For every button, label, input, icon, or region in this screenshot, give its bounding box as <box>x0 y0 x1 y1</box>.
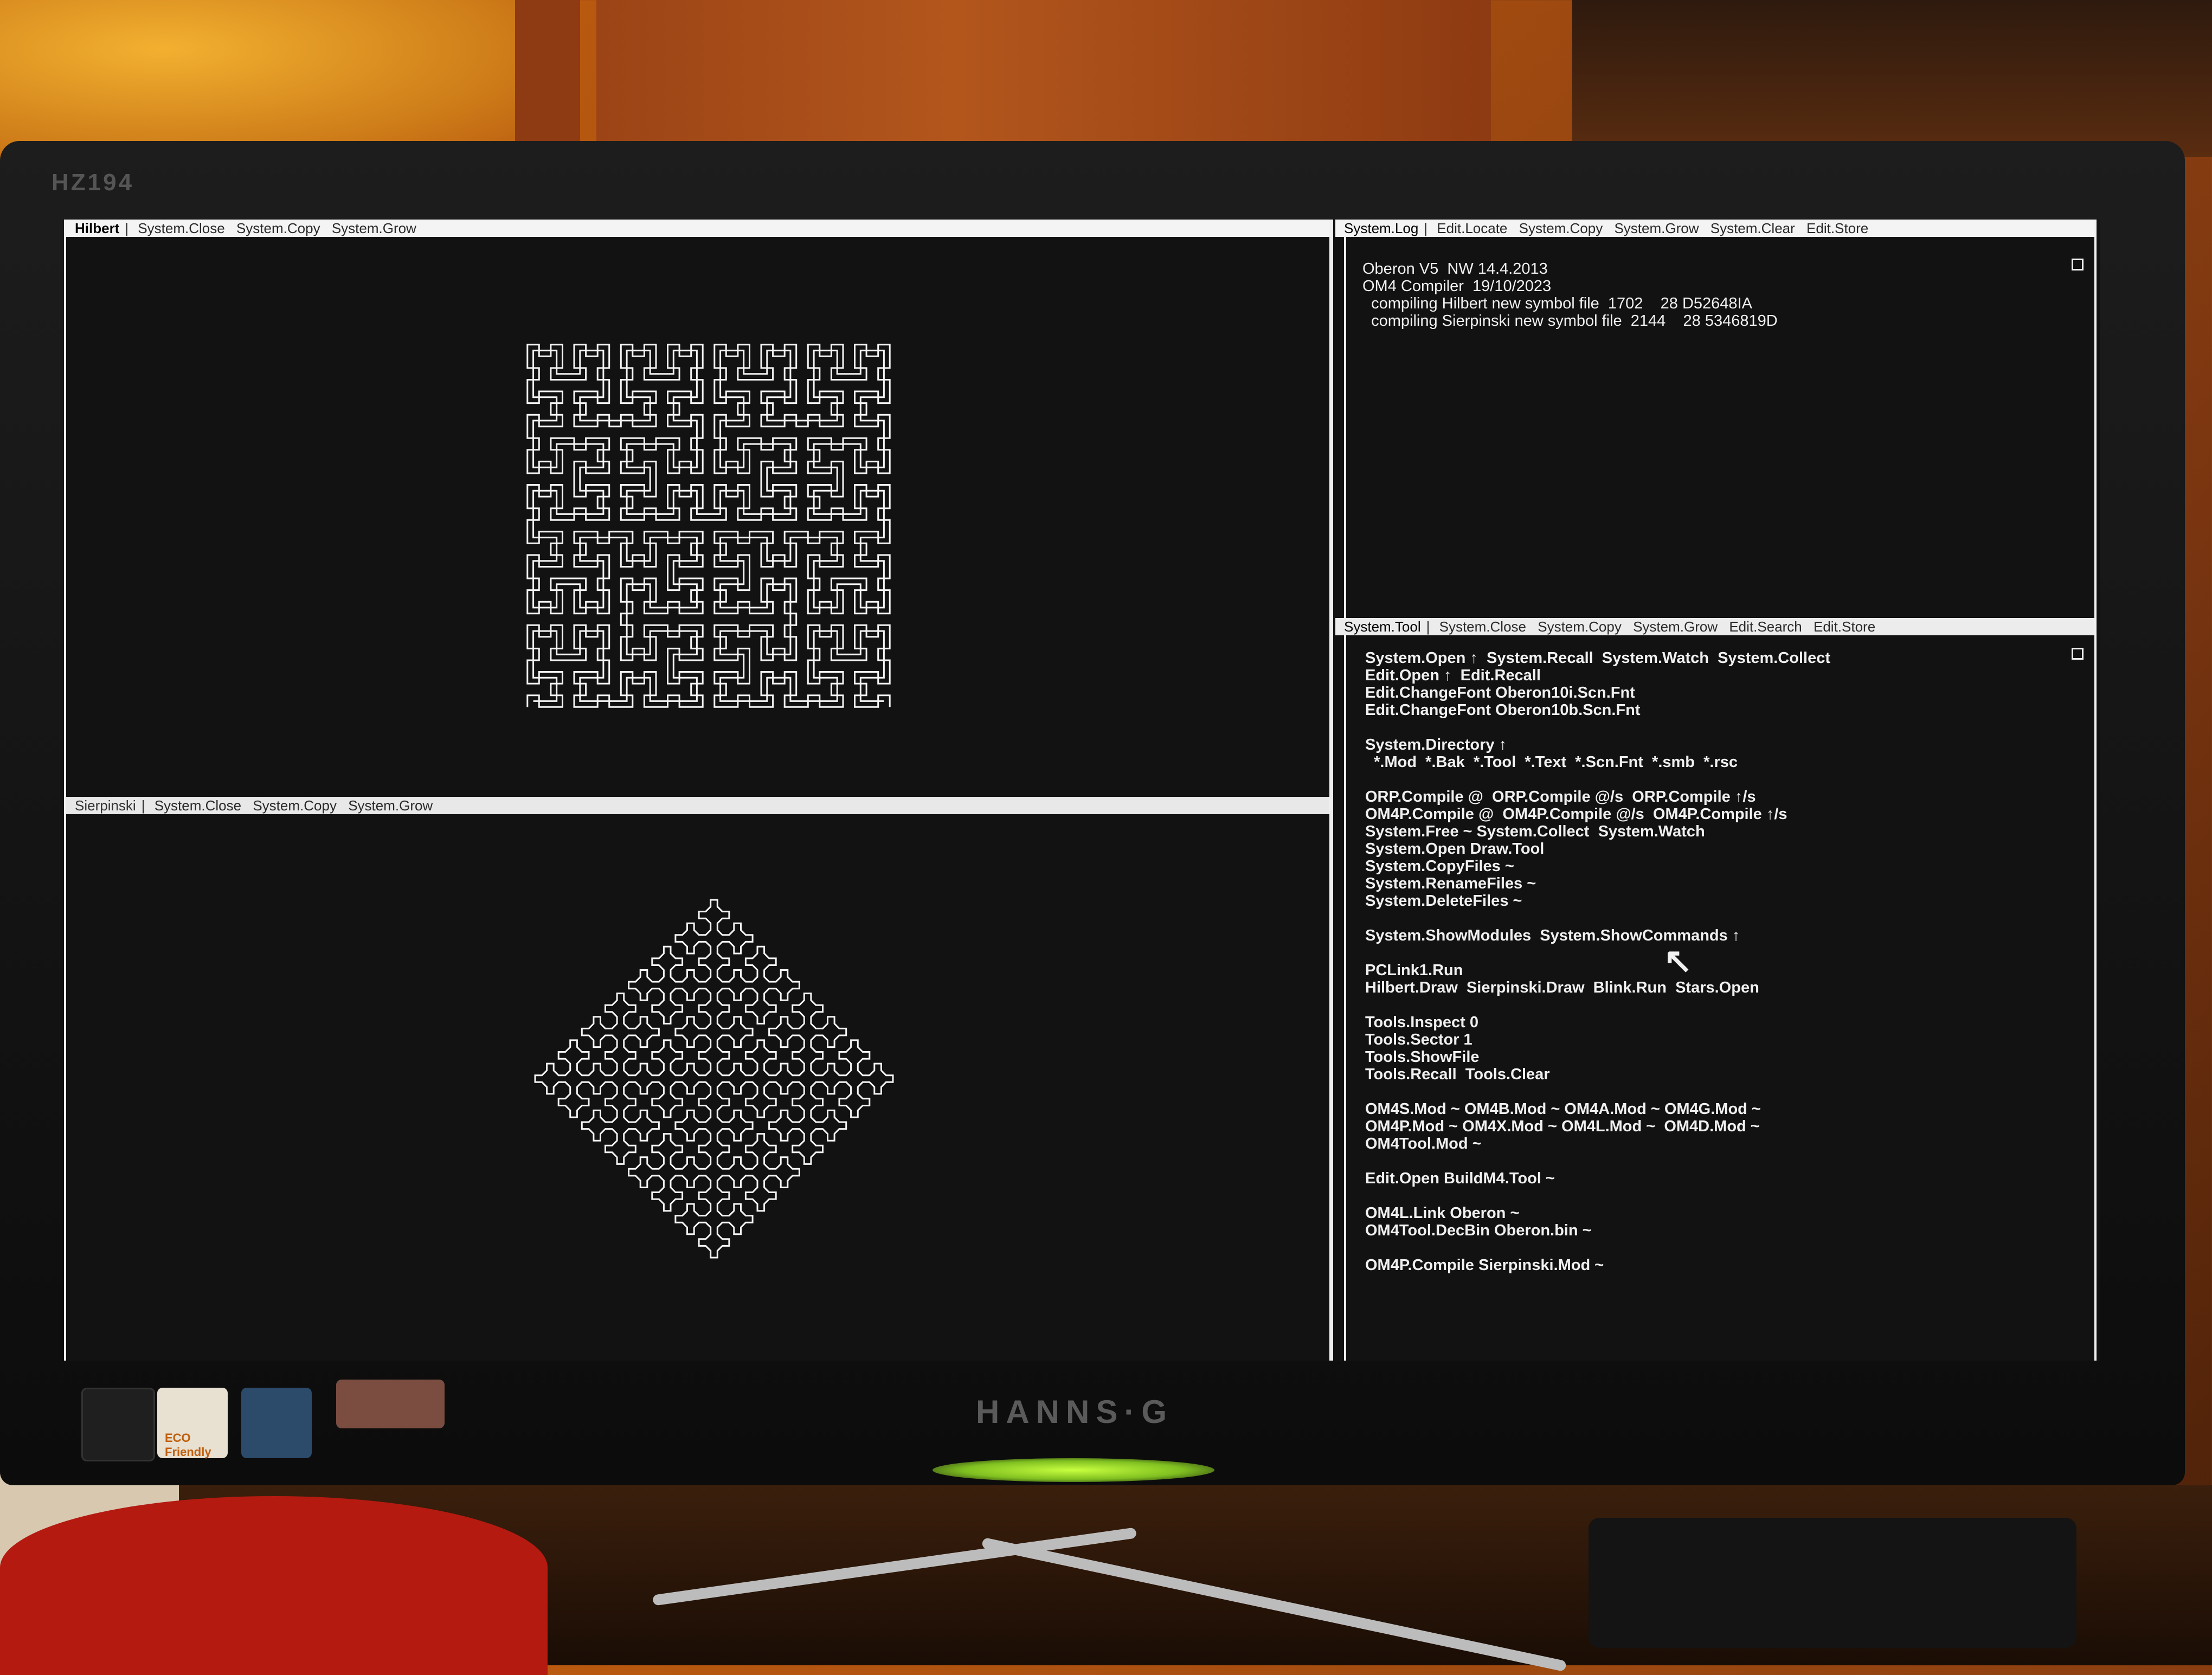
cmd-system-clear[interactable]: System.Clear <box>1711 220 1795 236</box>
tool-line[interactable]: Edit.ChangeFont Oberon10i.Scn.Fnt <box>1365 684 1830 701</box>
windows-sticker <box>81 1388 155 1461</box>
tool-line[interactable]: OM4Tool.Mod ~ <box>1365 1135 1830 1152</box>
tool-line[interactable]: OM4P.Compile @ OM4P.Compile @/s OM4P.Com… <box>1365 806 1830 823</box>
hilbert-viewer-titlebar[interactable]: Hilbert | System.Close System.Copy System… <box>66 220 1329 237</box>
tool-line[interactable] <box>1365 944 1830 962</box>
tool-line[interactable]: System.CopyFiles ~ <box>1365 858 1830 875</box>
tool-line[interactable] <box>1365 1152 1830 1170</box>
tool-line[interactable]: Tools.Inspect 0 <box>1365 1014 1830 1031</box>
tool-line[interactable]: OM4P.Mod ~ OM4X.Mod ~ OM4L.Mod ~ OM4D.Mo… <box>1365 1118 1830 1135</box>
log-line[interactable]: Oberon V5 NW 14.4.2013 <box>1362 260 1778 278</box>
background-cabinet <box>515 0 580 157</box>
tool-line[interactable]: OM4P.Compile Sierpinski.Mod ~ <box>1365 1257 1830 1274</box>
scroll-marker-icon[interactable] <box>2072 648 2084 660</box>
system-tool-titlebar[interactable]: System.Tool | System.Close System.Copy Sy… <box>1335 618 2094 635</box>
tool-line[interactable]: OM4L.Link Oberon ~ <box>1365 1204 1830 1222</box>
system-log-text[interactable]: Oberon V5 NW 14.4.2013 OM4 Compiler 19/10… <box>1362 260 1778 330</box>
scroll-marker-icon[interactable] <box>2072 259 2084 270</box>
cmd-edit-locate[interactable]: Edit.Locate <box>1437 220 1507 236</box>
hilbert-curve-figure <box>526 344 891 708</box>
tool-line[interactable] <box>1365 1083 1830 1100</box>
tool-line[interactable]: OM4Tool.DecBin Oberon.bin ~ <box>1365 1222 1830 1239</box>
monitor-model-label: HZ194 <box>52 169 134 196</box>
viewer-name-sierpinski[interactable]: Sierpinski <box>75 797 136 814</box>
cmd-system-grow[interactable]: System.Grow <box>332 220 416 236</box>
tool-line[interactable]: System.RenameFiles ~ <box>1365 875 1830 892</box>
tool-line[interactable] <box>1365 910 1830 927</box>
tool-line[interactable]: *.Mod *.Bak *.Tool *.Text *.Scn.Fnt *.sm… <box>1365 753 1830 771</box>
mouse-pointer-icon: ↖ <box>1663 941 1693 980</box>
power-led <box>933 1458 1214 1482</box>
scrollbar-left[interactable] <box>1344 237 1346 618</box>
tool-line[interactable]: Edit.ChangeFont Oberon10b.Scn.Fnt <box>1365 701 1830 719</box>
hilbert-viewer: Hilbert | System.Close System.Copy System… <box>64 220 1332 797</box>
tool-line[interactable]: PCLink1.Run <box>1365 962 1830 979</box>
cmd-edit-store[interactable]: Edit.Store <box>1806 220 1868 236</box>
cmd-system-grow[interactable]: System.Grow <box>348 797 433 814</box>
cmd-system-close[interactable]: System.Close <box>155 797 241 814</box>
cmd-system-close[interactable]: System.Close <box>138 220 224 236</box>
eco-sticker-label: ECO Friendly <box>165 1431 211 1459</box>
tool-line[interactable]: Tools.ShowFile <box>1365 1048 1830 1066</box>
background-wall <box>0 0 542 163</box>
sierpinski-curve-figure <box>534 899 894 1259</box>
desk-device <box>1589 1518 2076 1648</box>
tool-line[interactable]: System.DeleteFiles ~ <box>1365 892 1830 910</box>
tool-line[interactable]: System.Open Draw.Tool <box>1365 840 1830 858</box>
tool-line[interactable]: OM4S.Mod ~ OM4B.Mod ~ OM4A.Mod ~ OM4G.Mo… <box>1365 1100 1830 1118</box>
system-tool-viewer: System.Tool | System.Close System.Copy Sy… <box>1335 618 2097 1361</box>
red-object <box>0 1496 548 1675</box>
background-cabinet-doors <box>596 0 1491 157</box>
tool-line[interactable]: System.ShowModules System.ShowCommands ↑ <box>1365 927 1830 944</box>
cmd-edit-search[interactable]: Edit.Search <box>1729 619 1802 635</box>
cmd-system-copy[interactable]: System.Copy <box>1538 619 1622 635</box>
eco-sticker: ECO Friendly <box>157 1388 228 1459</box>
tool-line[interactable]: Edit.Open ↑ Edit.Recall <box>1365 667 1830 684</box>
track-divider[interactable] <box>1330 220 1333 1361</box>
tool-line[interactable]: System.Open ↑ System.Recall System.Watch… <box>1365 649 1830 667</box>
tool-line[interactable] <box>1365 771 1830 788</box>
cmd-system-close[interactable]: System.Close <box>1439 619 1526 635</box>
cmd-system-grow[interactable]: System.Grow <box>1633 619 1718 635</box>
tool-line[interactable] <box>1365 1239 1830 1257</box>
tool-line[interactable]: Hilbert.Draw Sierpinski.Draw Blink.Run S… <box>1365 979 1830 996</box>
log-line[interactable]: compiling Sierpinski new symbol file 214… <box>1362 312 1778 330</box>
energy-star-sticker <box>241 1388 312 1458</box>
tool-line[interactable] <box>1365 719 1830 736</box>
cmd-system-copy[interactable]: System.Copy <box>1519 220 1603 236</box>
cmd-system-copy[interactable]: System.Copy <box>236 220 320 236</box>
windows-compatible-sticker <box>336 1380 445 1428</box>
sierpinski-curve-path <box>534 899 894 1259</box>
cmd-system-copy[interactable]: System.Copy <box>253 797 337 814</box>
log-line[interactable]: compiling Hilbert new symbol file 1702 2… <box>1362 295 1778 312</box>
cmd-edit-store[interactable]: Edit.Store <box>1814 619 1875 635</box>
system-log-viewer: System.Log | Edit.Locate System.Copy Syst… <box>1335 220 2097 618</box>
monitor-brand-label: HANNS·G <box>976 1394 1173 1430</box>
tool-line[interactable]: ORP.Compile @ ORP.Compile @/s ORP.Compil… <box>1365 788 1830 806</box>
scrollbar-left[interactable] <box>1344 635 1346 1361</box>
viewer-name-system-tool[interactable]: System.Tool <box>1344 619 1421 635</box>
viewer-name-hilbert[interactable]: Hilbert <box>75 220 119 236</box>
oberon-screen: Hilbert | System.Close System.Copy System… <box>64 220 2100 1361</box>
sierpinski-viewer: Sierpinski | System.Close System.Copy Sys… <box>64 797 1332 1361</box>
tool-line[interactable]: System.Free ~ System.Collect System.Watc… <box>1365 823 1830 840</box>
hilbert-curve-path <box>526 344 891 708</box>
cmd-system-grow[interactable]: System.Grow <box>1614 220 1699 236</box>
tool-line[interactable] <box>1365 1187 1830 1204</box>
log-line[interactable]: OM4 Compiler 19/10/2023 <box>1362 278 1778 295</box>
system-tool-text[interactable]: System.Open ↑ System.Recall System.Watch… <box>1365 649 1830 1274</box>
tool-line[interactable]: Edit.Open BuildM4.Tool ~ <box>1365 1170 1830 1187</box>
tool-line[interactable]: Tools.Recall Tools.Clear <box>1365 1066 1830 1083</box>
tool-line[interactable]: System.Directory ↑ <box>1365 736 1830 753</box>
tool-line[interactable] <box>1365 996 1830 1014</box>
background-shelf <box>1572 0 2212 157</box>
tool-line[interactable]: Tools.Sector 1 <box>1365 1031 1830 1048</box>
sierpinski-viewer-titlebar[interactable]: Sierpinski | System.Close System.Copy Sys… <box>66 797 1329 814</box>
system-log-titlebar[interactable]: System.Log | Edit.Locate System.Copy Syst… <box>1335 220 2094 237</box>
viewer-name-system-log[interactable]: System.Log <box>1344 220 1418 236</box>
